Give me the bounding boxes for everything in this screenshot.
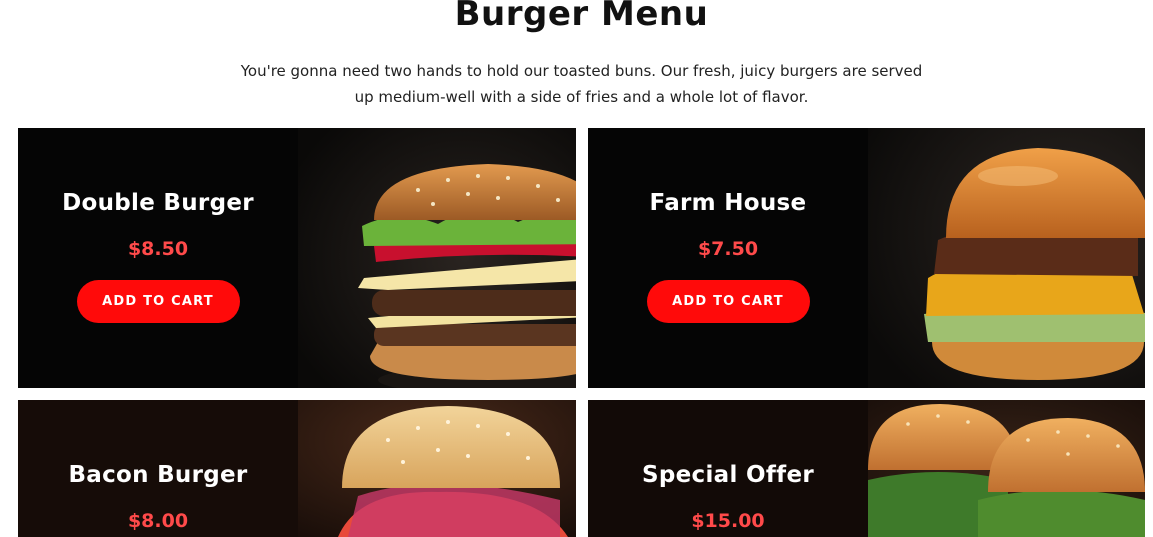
menu-card-farm-house: Farm House $7.50 ADD TO CART	[588, 128, 1145, 388]
bacon-burger-image	[298, 400, 576, 537]
menu-item-price: $15.00	[691, 510, 765, 532]
menu-item-name: Farm House	[649, 190, 807, 216]
menu-item-price: $8.00	[127, 510, 189, 532]
menu-item-price: $8.50	[127, 238, 189, 260]
add-to-cart-button[interactable]: ADD TO CART	[76, 280, 240, 323]
page-title: Burger Menu	[454, 0, 709, 34]
menu-item-name: Double Burger	[62, 190, 254, 216]
add-to-cart-button[interactable]: ADD TO CART	[646, 280, 810, 323]
menu-item-name: Special Offer	[642, 462, 814, 488]
menu-card-special-offer: Special Offer $15.00	[588, 400, 1145, 537]
menu-item-name: Bacon Burger	[68, 462, 248, 488]
menu-card-double-burger: Double Burger $8.50 ADD TO CART	[18, 128, 576, 388]
menu-item-price: $7.50	[697, 238, 759, 260]
menu-card-bacon-burger: Bacon Burger $8.00	[18, 400, 576, 537]
farm-house-burger-image	[868, 128, 1145, 388]
double-burger-image	[298, 128, 576, 388]
menu-intro-text: You're gonna need two hands to hold our …	[240, 62, 923, 106]
special-offer-burgers-image	[868, 400, 1145, 537]
